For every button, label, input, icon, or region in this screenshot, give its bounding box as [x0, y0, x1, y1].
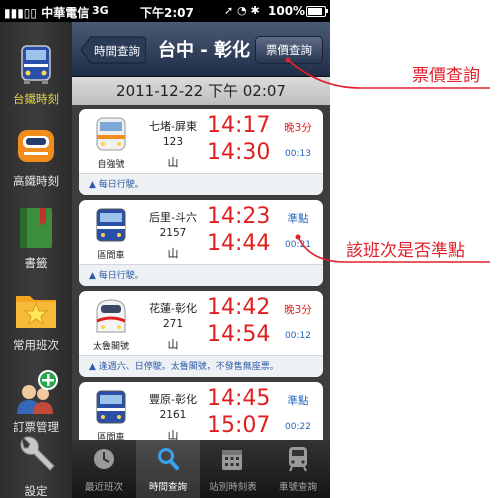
- status-callout-text: 該班次是否準點: [346, 241, 465, 261]
- fare-callout-text: 票價查詢: [412, 66, 480, 86]
